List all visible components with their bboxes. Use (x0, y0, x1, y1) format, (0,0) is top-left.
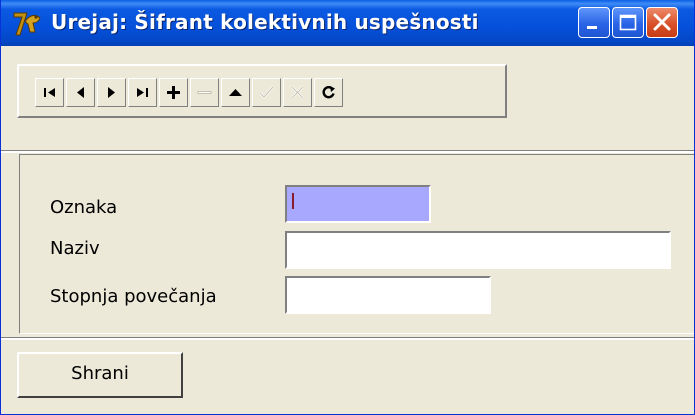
form-panel: Oznaka Naziv Stopnja povečanja (19, 154, 694, 334)
prior-record-button[interactable] (66, 78, 95, 107)
db-navigator (17, 64, 507, 118)
maximize-icon (619, 14, 637, 31)
post-button[interactable] (252, 78, 281, 107)
oznaka-label: Oznaka (50, 197, 118, 218)
text-caret (292, 193, 294, 209)
minimize-button[interactable] (578, 7, 610, 38)
close-button[interactable] (646, 7, 678, 38)
first-record-button[interactable] (35, 78, 64, 107)
first-icon (44, 88, 55, 97)
check-icon (259, 86, 274, 99)
cancel-button[interactable] (283, 78, 312, 107)
close-icon (653, 13, 671, 31)
delphi-helmet-icon (13, 12, 41, 36)
next-icon (108, 87, 115, 98)
maximize-button[interactable] (612, 7, 644, 38)
x-icon (291, 86, 304, 99)
edit-window: Urejaj: Šifrant kolektivnih uspešnosti O… (0, 0, 695, 415)
plus-icon (167, 86, 180, 99)
minimize-icon (587, 26, 597, 29)
up-triangle-icon (229, 89, 242, 96)
oznaka-field[interactable] (285, 185, 431, 223)
prior-icon (77, 87, 84, 98)
window-title: Urejaj: Šifrant kolektivnih uspešnosti (51, 10, 479, 34)
refresh-button[interactable] (314, 78, 343, 107)
naziv-label: Naziv (50, 238, 100, 259)
stopnja-povecanja-label: Stopnja povečanja (50, 286, 217, 307)
edit-button[interactable] (221, 78, 250, 107)
refresh-icon (322, 86, 335, 99)
delete-button[interactable] (190, 78, 219, 107)
last-icon (137, 88, 148, 97)
bottom-separator (1, 337, 694, 340)
next-record-button[interactable] (97, 78, 126, 107)
save-button[interactable]: Shrani (17, 352, 183, 398)
toolbar-separator (1, 150, 694, 153)
insert-button[interactable] (159, 78, 188, 107)
naziv-field[interactable] (285, 231, 671, 269)
minus-icon (197, 91, 212, 94)
last-record-button[interactable] (128, 78, 157, 107)
stopnja-povecanja-field[interactable] (285, 276, 491, 314)
title-bar[interactable]: Urejaj: Šifrant kolektivnih uspešnosti (1, 0, 694, 46)
